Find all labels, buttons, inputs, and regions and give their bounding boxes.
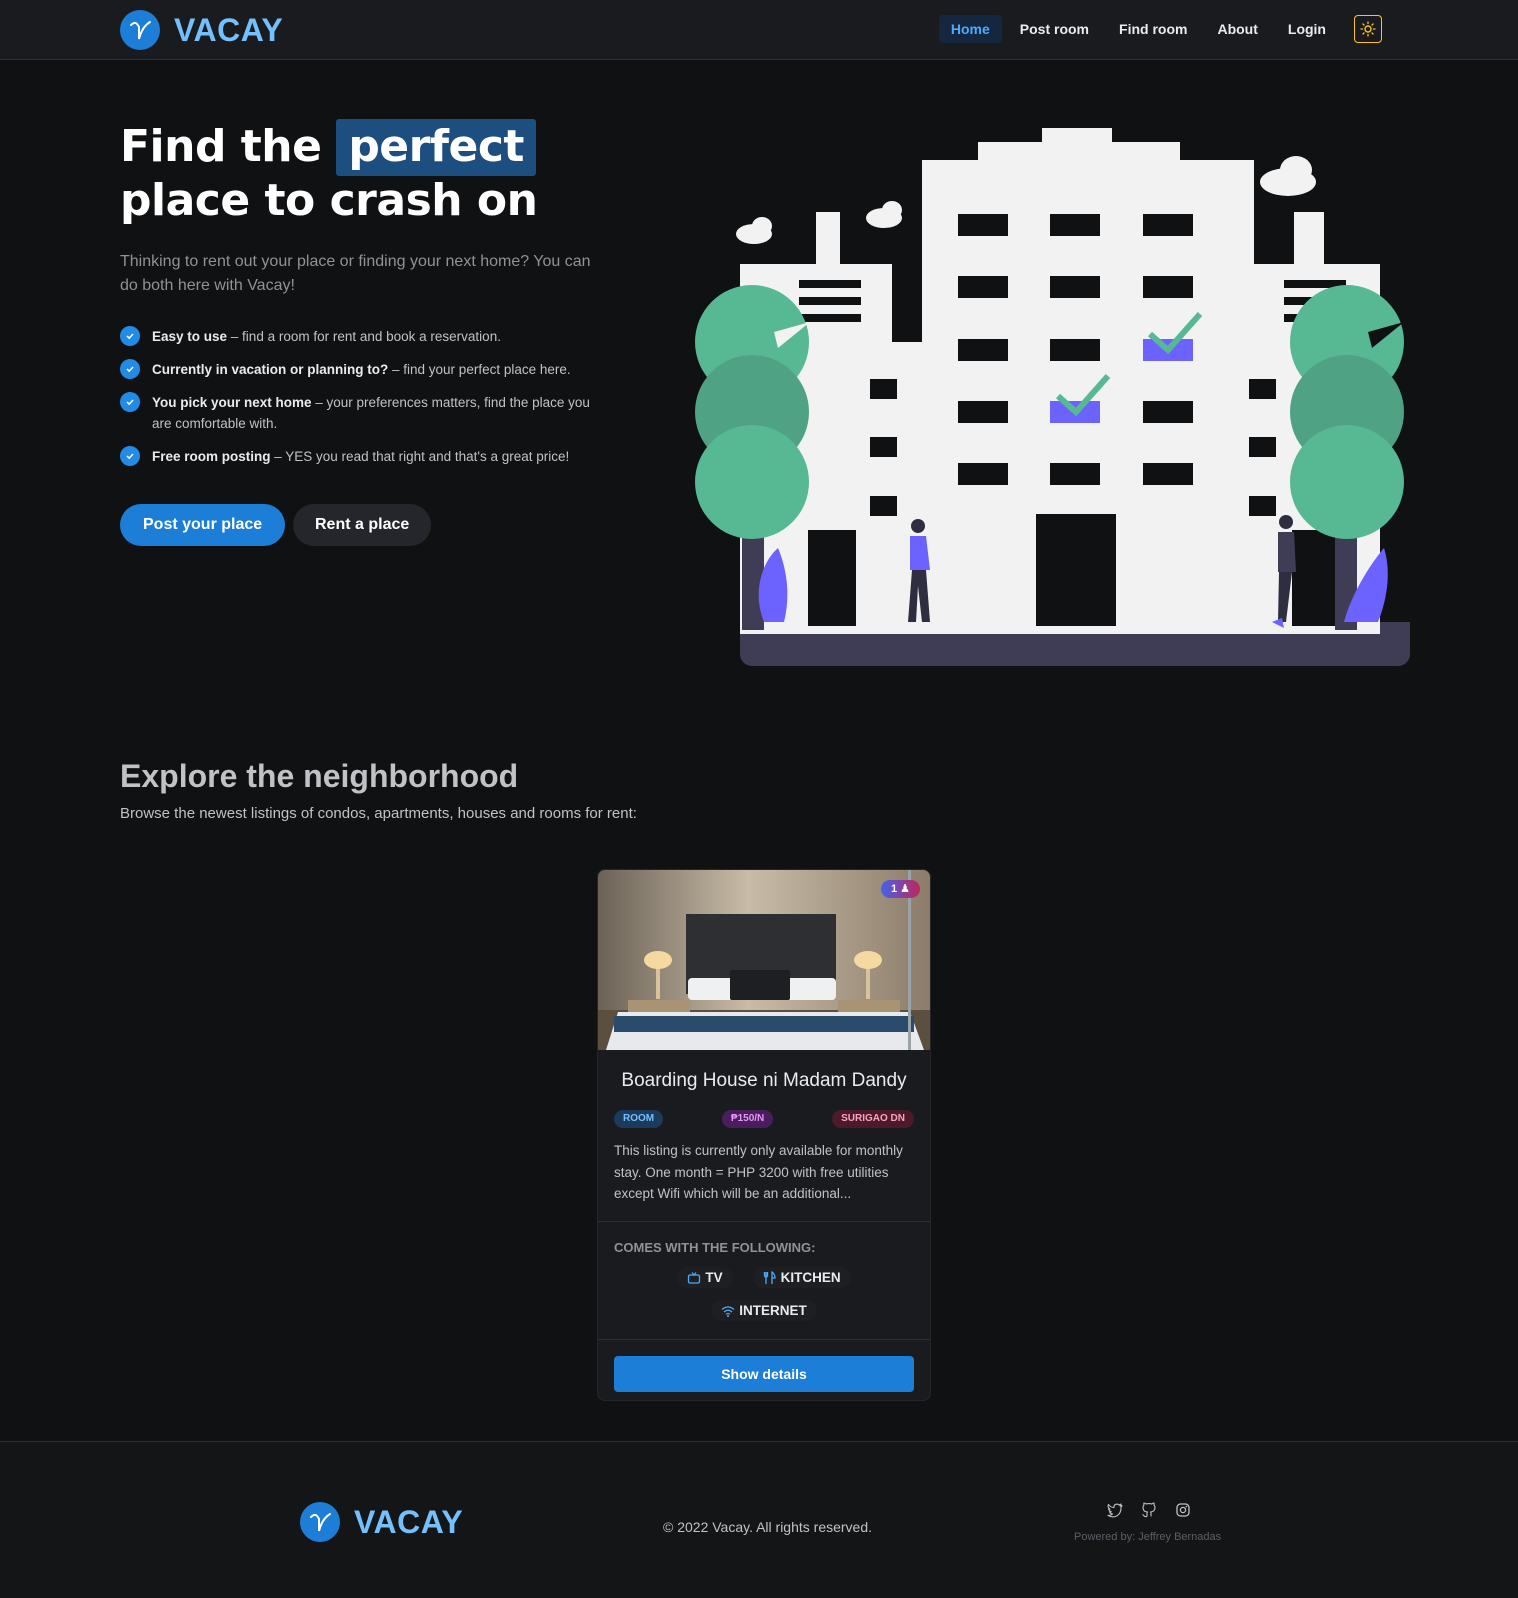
footer-brand-name: VACAY	[354, 1503, 464, 1540]
feature-title: Free room posting	[152, 449, 271, 464]
footer: VACAY © 2022 Vacay. All rights reserved.…	[0, 1441, 1518, 1598]
price-badge: ₱150/N	[721, 1110, 774, 1128]
check-icon	[120, 326, 140, 346]
footer-logo[interactable]: VACAY	[300, 1502, 463, 1542]
occupancy-count: 1	[890, 883, 898, 895]
social-links	[1106, 1501, 1192, 1519]
copyright-text: © 2022 Vacay. All rights reserved.	[663, 1519, 873, 1535]
feature-item: Easy to use – find a room for rent and b…	[120, 326, 590, 347]
github-icon[interactable]	[1140, 1501, 1158, 1519]
hero-title-part2: place to crash on	[120, 175, 538, 226]
post-your-place-button[interactable]: Post your place	[120, 504, 286, 546]
amenities-section: COMES WITH THE FOLLOWING: TV KITCHEN INT…	[598, 1222, 930, 1339]
check-icon	[120, 392, 140, 412]
nav-home[interactable]: Home	[938, 15, 1002, 43]
person-icon: ♟	[900, 883, 910, 895]
hero-title: Find the perfect place to crash on	[120, 119, 640, 228]
amenity-label: TV	[705, 1270, 723, 1285]
nav-post-room[interactable]: Post room	[1008, 15, 1101, 43]
tv-icon	[688, 1271, 701, 1284]
show-details-button[interactable]: Show details	[614, 1356, 914, 1392]
listing-description: This listing is currently only available…	[614, 1143, 903, 1201]
divider	[598, 1339, 930, 1340]
listing-card: 1 ♟ Boarding House ni Madam Dandy ROOM ₱…	[597, 869, 931, 1401]
check-icon	[120, 359, 140, 379]
hero-subtitle: Thinking to rent out your place or findi…	[120, 253, 591, 294]
feature-text: – YES you read that right and that's a g…	[270, 449, 570, 464]
utensils-icon	[763, 1270, 776, 1284]
sun-icon	[1360, 21, 1376, 37]
feature-item: Currently in vacation or planning to? – …	[120, 359, 590, 380]
location-badge: SURIGAO DN	[832, 1110, 914, 1128]
listing-photo: 1 ♟	[598, 870, 930, 1050]
twitter-icon[interactable]	[1106, 1501, 1124, 1519]
brand-name: VACAY	[174, 11, 284, 48]
nav-about[interactable]: About	[1205, 15, 1269, 43]
amenities-label: COMES WITH THE FOLLOWING:	[614, 1240, 816, 1255]
feature-list: Easy to use – find a room for rent and b…	[120, 326, 590, 479]
logo-icon	[300, 1502, 340, 1542]
top-header: VACAY Home Post room Find room About Log…	[0, 0, 1518, 60]
type-badge: ROOM	[614, 1110, 664, 1128]
feature-title: Currently in vacation or planning to?	[152, 362, 389, 377]
amenity-list: TV KITCHEN INTERNET	[614, 1267, 914, 1321]
nav-find-room[interactable]: Find room	[1107, 15, 1199, 43]
amenity-label: INTERNET	[739, 1303, 807, 1318]
listing-badges: ROOM ₱150/N SURIGAO DN	[598, 1110, 930, 1128]
feature-text: – find your perfect place here.	[388, 362, 571, 377]
amenity-internet: INTERNET	[711, 1300, 817, 1321]
feature-title: You pick your next home	[152, 395, 312, 410]
check-icon	[120, 446, 140, 466]
amenity-kitchen: KITCHEN	[752, 1267, 851, 1288]
powered-by-text: Powered by: Jeffrey Bernadas	[1074, 1531, 1222, 1543]
amenity-label: KITCHEN	[780, 1270, 841, 1285]
amenity-tv: TV	[677, 1267, 733, 1288]
logo-icon	[120, 10, 160, 50]
main-nav: Home Post room Find room About Login	[938, 15, 1382, 43]
theme-toggle-button[interactable]	[1354, 15, 1382, 43]
wifi-icon	[721, 1305, 735, 1317]
listing-title: Boarding House ni Madam Dandy	[621, 1070, 907, 1091]
instagram-icon[interactable]	[1174, 1501, 1192, 1519]
building-illustration	[695, 128, 1410, 666]
occupancy-badge: 1 ♟	[880, 880, 920, 898]
feature-text: – find a room for rent and book a reserv…	[227, 329, 501, 344]
feature-item: Free room posting – YES you read that ri…	[120, 446, 590, 467]
feature-item: You pick your next home – your preferenc…	[120, 392, 590, 434]
hero-title-part1: Find the	[120, 121, 322, 172]
explore-subtitle: Browse the newest listings of condos, ap…	[120, 805, 637, 822]
feature-title: Easy to use	[152, 329, 228, 344]
nav-login[interactable]: Login	[1276, 15, 1338, 43]
explore-title: Explore the neighborhood	[120, 758, 519, 794]
rent-a-place-button[interactable]: Rent a place	[293, 504, 432, 546]
brand-logo[interactable]: VACAY	[120, 10, 283, 50]
hero-title-highlight: perfect	[336, 119, 536, 176]
